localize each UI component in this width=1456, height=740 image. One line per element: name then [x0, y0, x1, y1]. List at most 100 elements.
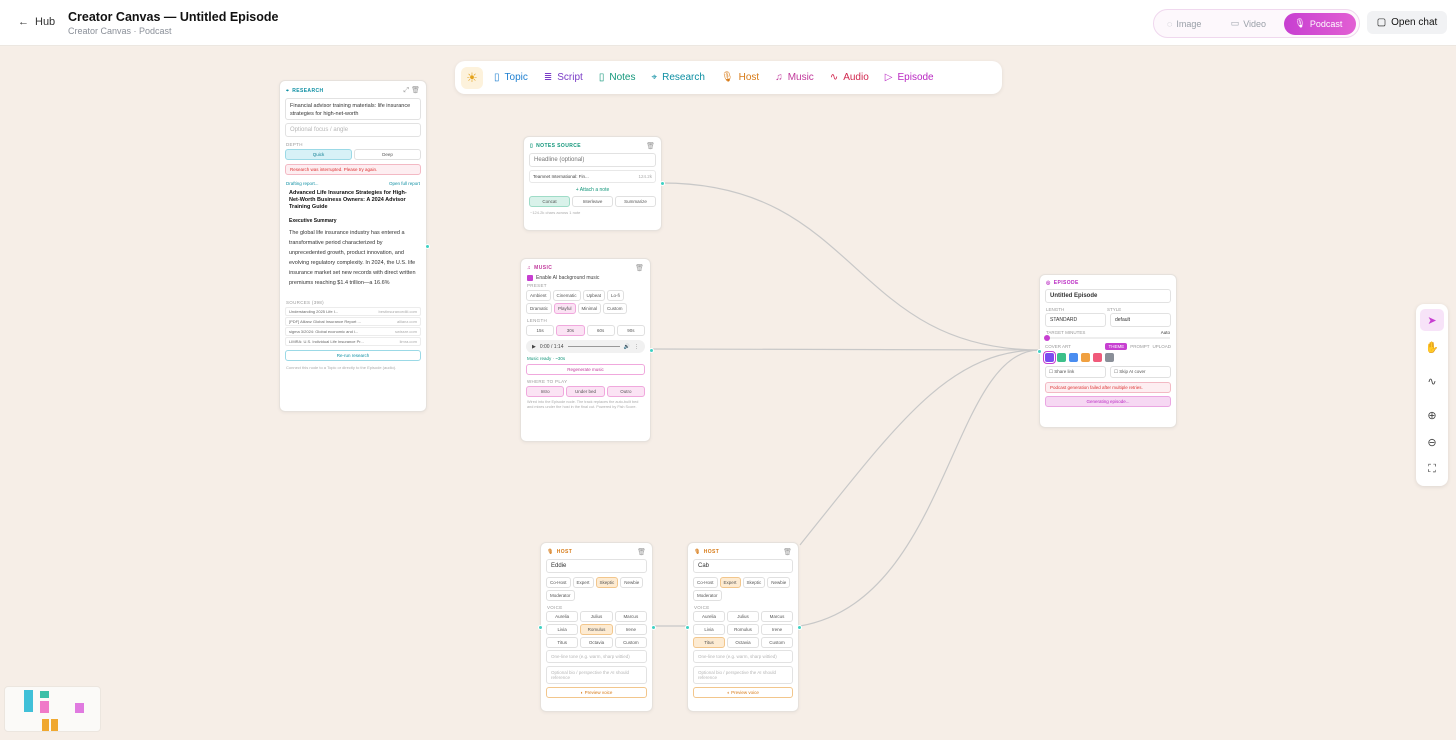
- mode-video[interactable]: ▭ Video: [1221, 13, 1283, 35]
- voice-titus[interactable]: Titus: [546, 637, 579, 648]
- voice-titus[interactable]: Titus: [693, 637, 725, 648]
- where-outro[interactable]: Outro: [606, 386, 645, 397]
- depth-quick[interactable]: Quick: [285, 149, 352, 160]
- preset-minimal[interactable]: Minimal: [577, 303, 602, 314]
- role-expert[interactable]: Expert: [572, 577, 594, 588]
- cover-tab-upload[interactable]: UPLOAD: [1152, 344, 1171, 349]
- toolbar-host[interactable]: 🎙 Host: [716, 72, 764, 83]
- trash-icon[interactable]: 🗑: [783, 548, 792, 556]
- source-item[interactable]: Understanding 2025 Life I... bestinsuranc…: [285, 307, 421, 316]
- voice-aurelia[interactable]: Aurelia: [546, 611, 579, 622]
- voice-romulus[interactable]: Romulus: [727, 624, 759, 635]
- attach-note-button[interactable]: + Attach a note: [524, 185, 661, 195]
- audio-progress[interactable]: [567, 346, 620, 347]
- regenerate-music-button[interactable]: Regenerate music: [526, 364, 645, 375]
- toolbar-audio[interactable]: ∿ Audio: [825, 72, 874, 83]
- role-skeptic[interactable]: Skeptic: [742, 577, 766, 588]
- share-link-checkbox[interactable]: ☐ Share link: [1045, 366, 1106, 378]
- length-60s[interactable]: 60s: [586, 325, 615, 336]
- target-minutes-slider[interactable]: [1044, 335, 1170, 341]
- toolbar-episode[interactable]: ▷ Episode: [880, 72, 939, 83]
- music-node[interactable]: ♫ MUSIC 🗑 Enable AI background music PRESE…: [520, 258, 654, 442]
- voice-julius[interactable]: Julius: [580, 611, 613, 622]
- open-full-report-link[interactable]: Open full report: [389, 181, 420, 186]
- rerun-research-button[interactable]: Re-run research: [285, 350, 421, 361]
- preset-dramatic[interactable]: Dramatic: [526, 303, 553, 314]
- research-output-port[interactable]: [425, 244, 430, 249]
- skip-ai-cover-checkbox[interactable]: ☐ Skip AI cover: [1110, 366, 1171, 378]
- episode-input-port[interactable]: [1037, 349, 1042, 354]
- notes-headline-input[interactable]: Headline (optional): [529, 153, 656, 167]
- research-topic-input[interactable]: Financial advisor training materials: li…: [285, 98, 421, 120]
- fit-view-icon[interactable]: ⛶: [1420, 458, 1444, 480]
- volume-icon[interactable]: 🔊: [624, 344, 630, 350]
- cover-tab-theme[interactable]: THEME: [1105, 343, 1128, 350]
- role-expert[interactable]: Expert: [719, 577, 741, 588]
- mode-interleave[interactable]: Interleave: [572, 196, 613, 207]
- role-moderator[interactable]: Moderator: [546, 590, 575, 601]
- research-node[interactable]: ⌖ RESEARCH ⤢ 🗑 Financial advisor training …: [279, 80, 430, 412]
- mode-concat[interactable]: Concat: [529, 196, 570, 207]
- notes-node[interactable]: ▯ NOTES SOURCE 🗑 Headline (optional) Teamn…: [523, 136, 665, 231]
- length-90s[interactable]: 90s: [616, 325, 645, 336]
- swatch-orange[interactable]: [1081, 353, 1090, 362]
- host-output-port[interactable]: [797, 625, 802, 630]
- host-output-port[interactable]: [651, 625, 656, 630]
- style-select[interactable]: default: [1110, 313, 1171, 327]
- voice-irene[interactable]: Irene: [614, 624, 647, 635]
- zoom-out-icon[interactable]: ⊖: [1420, 431, 1444, 453]
- length-select[interactable]: STANDARD: [1045, 313, 1106, 327]
- trash-icon[interactable]: 🗑: [637, 548, 646, 556]
- voice-octavia[interactable]: Octavia: [580, 637, 613, 648]
- swatch-green[interactable]: [1057, 353, 1066, 362]
- mode-summarize[interactable]: Summarize: [615, 196, 656, 207]
- sun-icon[interactable]: ☀: [461, 66, 483, 89]
- voice-octavia[interactable]: Octavia: [727, 637, 759, 648]
- mode-podcast[interactable]: 🎙 Podcast: [1284, 12, 1356, 35]
- preset-cinematic[interactable]: Cinematic: [552, 290, 581, 301]
- host-tone-input[interactable]: One-line tone (e.g. warm, sharp wittied): [546, 650, 647, 663]
- toolbar-script[interactable]: ≣ Script: [539, 72, 588, 83]
- role-newbie[interactable]: Newbie: [767, 577, 791, 588]
- toolbar-notes[interactable]: ▯ Notes: [594, 72, 641, 83]
- source-item[interactable]: sigma 3/2024: Global economic and i... sw…: [285, 327, 421, 336]
- trash-icon[interactable]: 🗑: [411, 87, 420, 94]
- swatch-pink[interactable]: [1093, 353, 1102, 362]
- host-bio-input[interactable]: Optional bio / perspective the AI should…: [693, 666, 793, 684]
- preset-playful[interactable]: Playful: [554, 303, 576, 314]
- host-input-port[interactable]: [685, 625, 690, 630]
- length-15s[interactable]: 15s: [526, 325, 555, 336]
- checkbox-checked[interactable]: [527, 275, 533, 281]
- hand-tool-icon[interactable]: ✋: [1420, 336, 1444, 358]
- episode-node[interactable]: ◎ EPISODE Untitled Episode LENGTH STYLE ST…: [1037, 274, 1177, 428]
- host-tone-input[interactable]: One-line tone (e.g. warm, sharp wittied): [693, 650, 793, 663]
- preview-voice-button[interactable]: ◐ Preview voice: [693, 687, 793, 698]
- voice-romulus[interactable]: Romulus: [580, 624, 613, 635]
- audio-player[interactable]: ▶ 0:00 / 1:14 🔊 ⋮: [526, 340, 645, 353]
- notes-file-item[interactable]: Teamnet International: Fin... 124.2k: [529, 170, 656, 183]
- mode-image[interactable]: ◌ Image: [1157, 13, 1219, 35]
- host-node-cab[interactable]: 🎙 HOST 🗑 Cab Co-Host Expert Skeptic Newbie Mod…: [685, 542, 802, 712]
- notes-output-port[interactable]: [660, 181, 665, 186]
- open-chat-button[interactable]: ▢ Open chat: [1367, 11, 1447, 34]
- preset-ambient[interactable]: Ambient: [526, 290, 551, 301]
- host-input-port[interactable]: [538, 625, 543, 630]
- host-bio-input[interactable]: Optional bio / perspective the AI should…: [546, 666, 647, 684]
- swatch-blue[interactable]: [1069, 353, 1078, 362]
- swatch-purple[interactable]: [1043, 351, 1056, 364]
- preview-voice-button[interactable]: ◐ Preview voice: [546, 687, 647, 698]
- voice-custom[interactable]: Custom: [761, 637, 793, 648]
- depth-deep[interactable]: Deep: [354, 149, 421, 160]
- play-icon[interactable]: ▶: [532, 344, 536, 350]
- preset-custom[interactable]: Custom: [603, 303, 627, 314]
- preset-lofi[interactable]: Lo-fi: [607, 290, 624, 301]
- role-cohost[interactable]: Co-Host: [693, 577, 718, 588]
- toolbar-research[interactable]: ⌖ Research: [646, 72, 709, 83]
- where-under-bed[interactable]: Under bed: [566, 386, 605, 397]
- where-intro[interactable]: Intro: [526, 386, 565, 397]
- research-focus-input[interactable]: Optional focus / angle: [285, 123, 421, 137]
- preset-upbeat[interactable]: Upbeat: [582, 290, 606, 301]
- trash-icon[interactable]: 🗑: [635, 264, 644, 272]
- episode-title-input[interactable]: Untitled Episode: [1045, 289, 1171, 303]
- length-30s[interactable]: 30s: [556, 325, 585, 336]
